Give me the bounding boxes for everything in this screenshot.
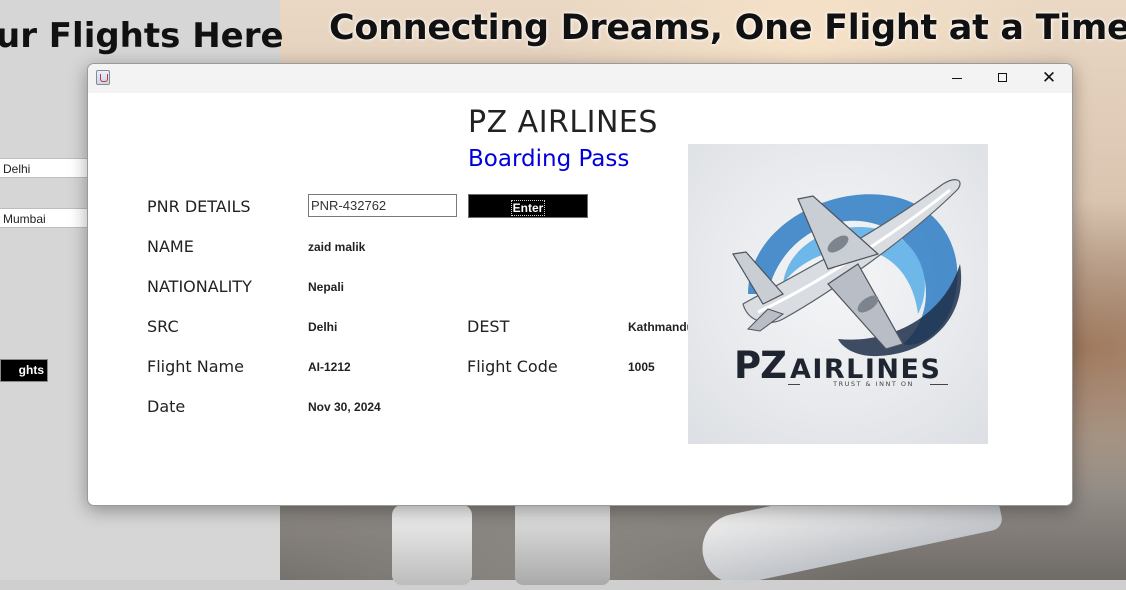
background-search-flights-button[interactable]: ghts bbox=[0, 359, 48, 382]
boarding-pass-content: PZ AIRLINES Boarding Pass PNR DETAILS En… bbox=[88, 93, 1072, 505]
nationality-value: Nepali bbox=[308, 280, 345, 294]
date-label: Date bbox=[147, 397, 186, 416]
boarding-pass-window: ✕ PZ AIRLINES Boarding Pass PNR DETAILS … bbox=[87, 63, 1073, 506]
java-app-icon bbox=[96, 70, 110, 85]
enter-button[interactable]: Enter bbox=[468, 194, 588, 218]
window-titlebar[interactable]: ✕ bbox=[88, 64, 1072, 93]
flight-code-label: Flight Code bbox=[467, 357, 558, 376]
background-heading-right: Connecting Dreams, One Flight at a Time bbox=[329, 8, 1126, 48]
flight-code-value: 1005 bbox=[628, 360, 655, 374]
dest-label: DEST bbox=[467, 317, 510, 336]
close-button[interactable]: ✕ bbox=[1026, 64, 1072, 93]
nationality-label: NATIONALITY bbox=[147, 277, 252, 296]
logo-tag-line-right bbox=[930, 384, 948, 385]
logo-tag-line-left bbox=[788, 384, 800, 385]
dest-value: Kathmandu bbox=[628, 320, 694, 334]
background-suitcase-image bbox=[392, 505, 472, 585]
name-label: NAME bbox=[147, 237, 194, 256]
airline-title: PZ AIRLINES bbox=[468, 105, 658, 140]
background-heading-left: ur Flights Here bbox=[0, 16, 284, 56]
background-source-field[interactable]: Delhi bbox=[0, 158, 88, 178]
src-value: Delhi bbox=[308, 320, 338, 334]
pnr-input[interactable] bbox=[308, 194, 457, 217]
src-label: SRC bbox=[147, 317, 179, 336]
minimize-icon bbox=[952, 78, 962, 79]
enter-button-label: Enter bbox=[510, 199, 546, 216]
maximize-icon bbox=[998, 73, 1007, 82]
close-icon: ✕ bbox=[1041, 68, 1057, 88]
date-value: Nov 30, 2024 bbox=[308, 400, 381, 414]
boarding-pass-subtitle: Boarding Pass bbox=[468, 146, 630, 172]
logo-tagline: TRUST & INNT ON bbox=[833, 380, 914, 388]
airline-logo: PZ AIRLINES TRUST & INNT ON bbox=[688, 144, 988, 444]
minimize-button[interactable] bbox=[934, 64, 980, 93]
background-suitcase-image bbox=[515, 500, 610, 585]
logo-brand-main: PZ bbox=[734, 344, 787, 387]
flight-name-value: AI-1212 bbox=[308, 360, 351, 374]
pnr-label: PNR DETAILS bbox=[147, 197, 251, 216]
airplane-swoosh-logo-icon bbox=[732, 179, 962, 357]
flight-name-label: Flight Name bbox=[147, 357, 244, 376]
maximize-button[interactable] bbox=[980, 64, 1026, 93]
name-value: zaid malik bbox=[308, 240, 366, 254]
background-destination-field[interactable]: Mumbai bbox=[0, 208, 88, 228]
